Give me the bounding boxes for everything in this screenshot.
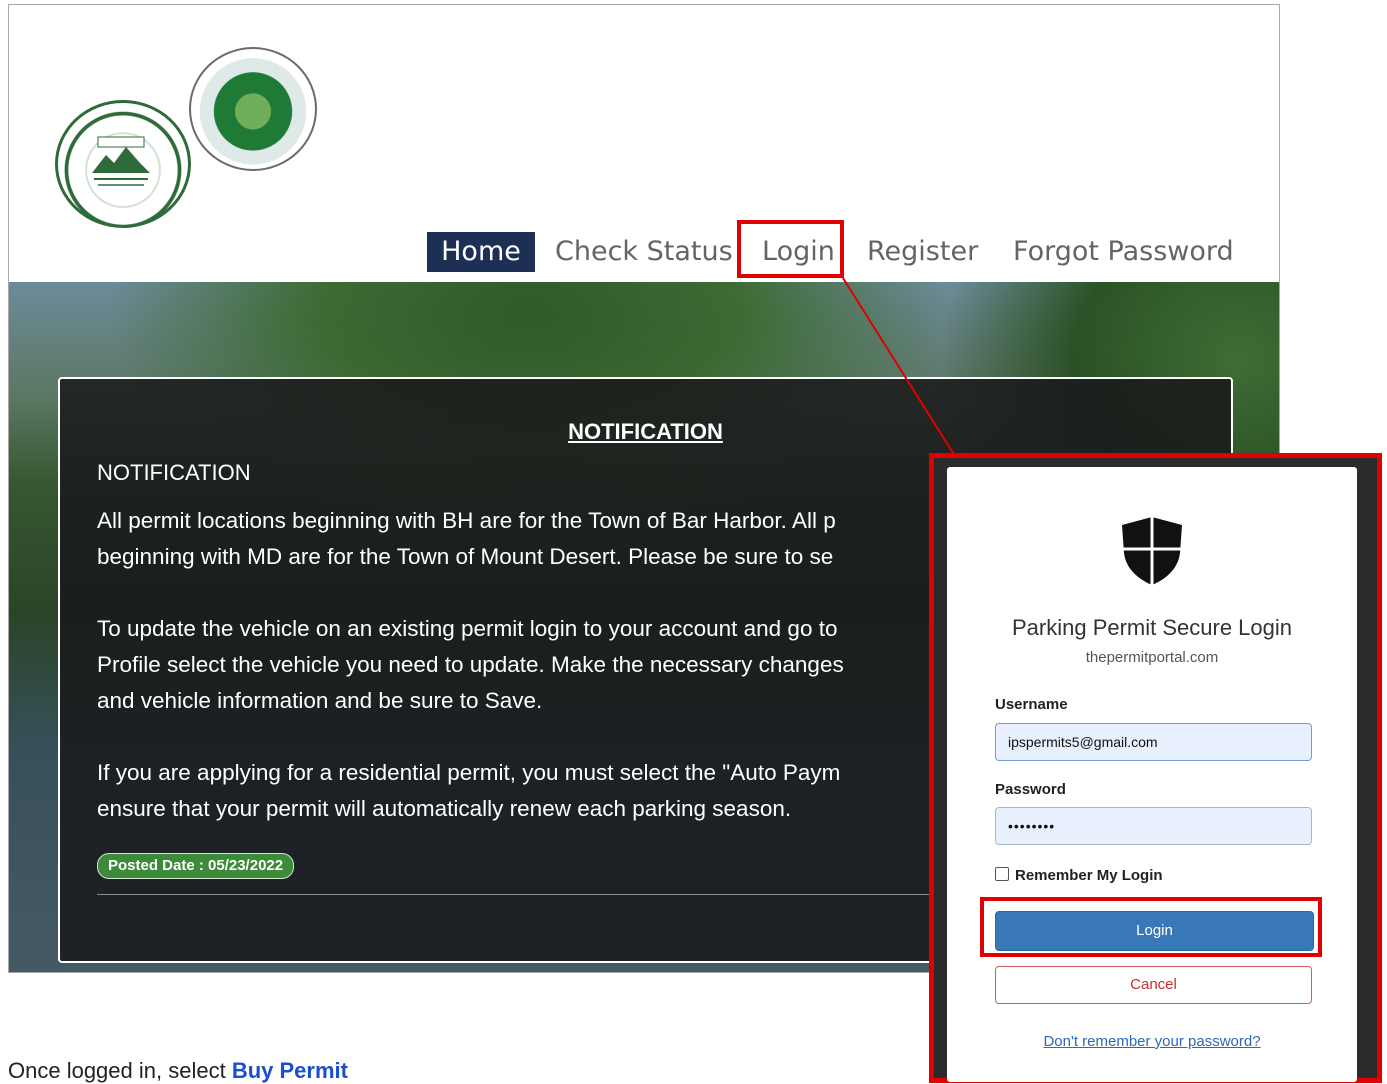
remember-label: Remember My Login xyxy=(1015,867,1163,884)
login-button-highlight xyxy=(980,897,1322,957)
nav-forgot-password[interactable]: Forgot Password xyxy=(1013,232,1234,272)
login-title: Parking Permit Secure Login xyxy=(1011,615,1293,640)
login-nav-highlight xyxy=(737,220,844,278)
notification-title: NOTIFICATION xyxy=(568,419,723,444)
login-subtitle: thepermitportal.com xyxy=(1085,649,1219,666)
buy-permit-link[interactable]: Buy Permit xyxy=(232,1058,348,1083)
instruction-prefix: Once logged in, select xyxy=(8,1058,232,1083)
password-input[interactable]: •••••••• xyxy=(995,807,1312,845)
instruction-text: Once logged in, select Buy Permit xyxy=(8,1058,348,1084)
bar-harbor-seal-logo xyxy=(55,100,191,228)
nav-register[interactable]: Register xyxy=(867,232,978,272)
notification-heading: NOTIFICATION xyxy=(97,460,251,485)
username-label: Username xyxy=(995,696,1068,713)
nav-home[interactable]: Home xyxy=(427,232,535,272)
forgot-password-link[interactable]: Don't remember your password? xyxy=(947,1033,1357,1050)
username-input[interactable]: ipspermits5@gmail.com xyxy=(995,723,1312,761)
password-label: Password xyxy=(995,781,1066,798)
posted-date-badge: Posted Date : 05/23/2022 xyxy=(97,853,295,879)
site-header: Home Check Status Login Register Forgot … xyxy=(9,5,1279,281)
nav-check-status[interactable]: Check Status xyxy=(555,232,733,272)
shield-icon xyxy=(1122,517,1182,585)
remember-login[interactable]: Remember My Login xyxy=(995,867,1163,884)
cancel-button[interactable]: Cancel xyxy=(995,966,1312,1004)
remember-checkbox[interactable] xyxy=(995,867,1009,881)
main-nav: Home Check Status Login Register Forgot … xyxy=(9,232,1279,274)
login-modal: Parking Permit Secure Login thepermitpor… xyxy=(947,467,1357,1082)
mount-desert-seal-logo xyxy=(189,47,317,171)
